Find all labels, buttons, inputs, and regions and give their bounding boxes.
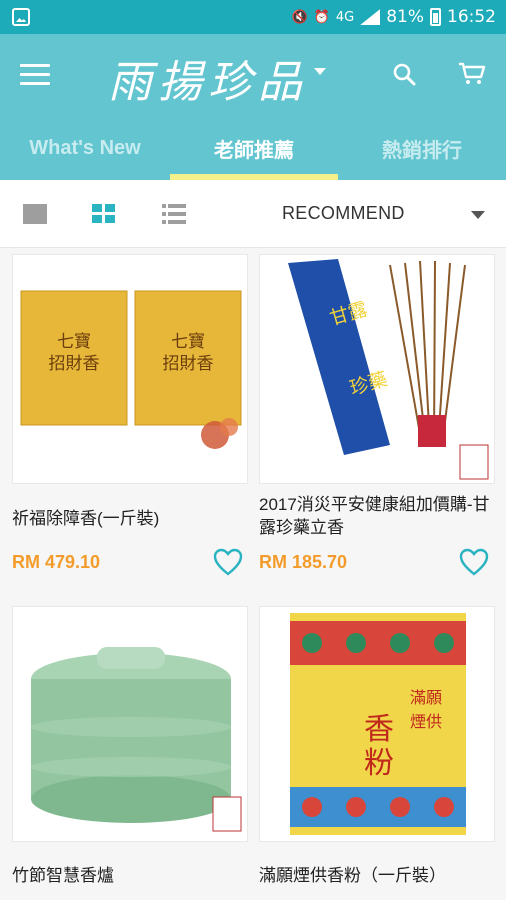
product-name[interactable]: 竹節智慧香爐: [12, 864, 248, 887]
product-price: RM 185.70: [259, 552, 348, 572]
signal-icon: [360, 9, 381, 25]
category-tabs: What's New 老師推薦 熱銷排行: [0, 116, 506, 180]
product-image[interactable]: [12, 606, 248, 842]
single-view-icon[interactable]: [23, 204, 47, 224]
product-price: RM 479.10: [12, 552, 101, 572]
network-label: 4G: [335, 9, 355, 25]
svg-text:粉: 粉: [364, 746, 394, 781]
grid-view-icon[interactable]: [92, 204, 116, 224]
svg-text:招財香: 招財香: [49, 354, 100, 374]
hamburger-menu-icon[interactable]: [20, 64, 50, 86]
svg-text:煙供: 煙供: [410, 712, 442, 731]
svg-text:七寶: 七寶: [57, 331, 91, 352]
alarm-icon: ⏰: [313, 9, 330, 25]
search-icon[interactable]: [392, 62, 416, 86]
product-name[interactable]: 滿願煙供香粉（一斤裝）: [259, 864, 495, 887]
view-toolbar: RECOMMEND: [0, 180, 506, 248]
tab-whats-new[interactable]: What's New: [0, 116, 170, 180]
list-view-icon[interactable]: [162, 204, 186, 224]
product-image[interactable]: 七寶 招財香 七寶 招財香: [12, 254, 248, 484]
status-right: 🔇 ⏰ 4G 81% 16:52: [291, 6, 496, 28]
product-name[interactable]: 2017消災平安健康組加價購-甘露珍藥立香: [259, 493, 495, 539]
svg-text:招財香: 招財香: [163, 354, 214, 374]
tab-teacher-recommend[interactable]: 老師推薦: [170, 116, 338, 180]
cart-icon[interactable]: [458, 62, 486, 86]
battery-percent: 81%: [386, 7, 424, 27]
app-bar: 雨揚珍品: [0, 34, 506, 116]
sort-dropdown-caret-icon[interactable]: [471, 211, 485, 219]
battery-icon: [430, 8, 441, 26]
product-image[interactable]: 甘露 珍藥: [259, 254, 495, 484]
product-name[interactable]: 祈福除障香(一斤裝): [12, 507, 248, 530]
sort-dropdown[interactable]: RECOMMEND: [282, 203, 405, 224]
tab-best-sellers[interactable]: 熱銷排行: [338, 116, 506, 180]
svg-text:香: 香: [364, 712, 394, 747]
svg-text:七寶: 七寶: [171, 331, 205, 352]
clock: 16:52: [447, 7, 496, 27]
gallery-notification-icon: [12, 8, 30, 26]
product-image[interactable]: 滿願 煙供 香 粉: [259, 606, 495, 842]
favorite-heart-icon[interactable]: [213, 548, 243, 576]
svg-text:滿願: 滿願: [410, 688, 442, 707]
favorite-heart-icon[interactable]: [459, 548, 489, 576]
status-bar: 🔇 ⏰ 4G 81% 16:52: [0, 0, 506, 34]
logo-dropdown-icon[interactable]: [314, 68, 326, 75]
mute-icon: 🔇: [291, 9, 308, 25]
app-logo[interactable]: 雨揚珍品: [108, 46, 308, 110]
